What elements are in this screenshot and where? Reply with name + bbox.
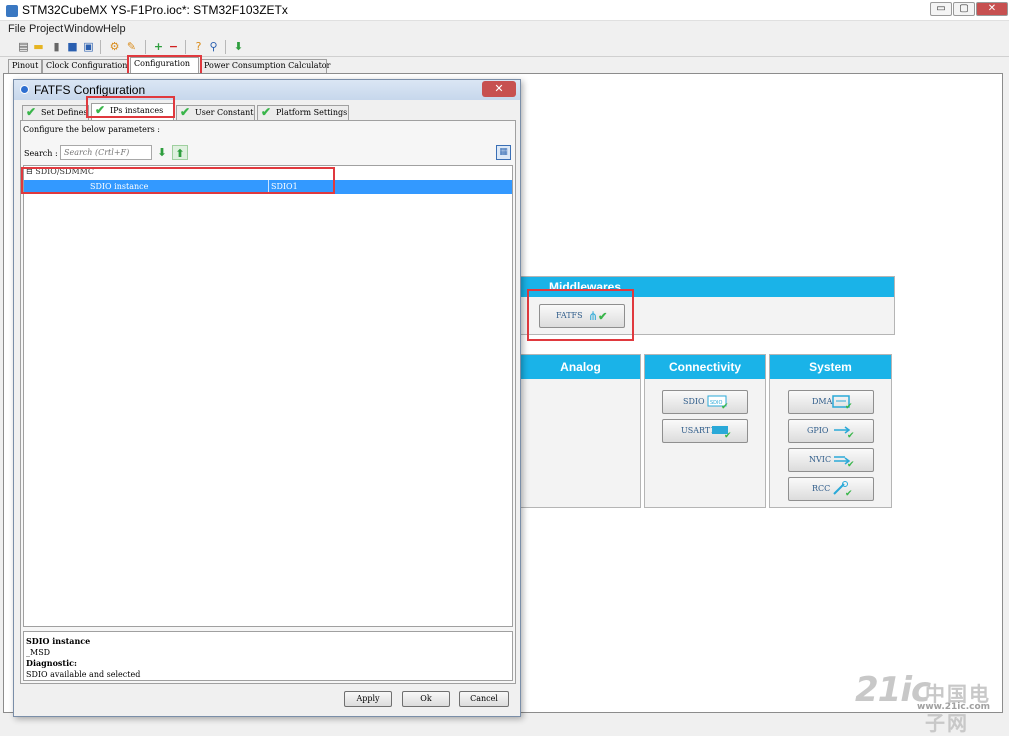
dialog-icon bbox=[20, 85, 29, 94]
tab-platform-settings[interactable]: ✔ Platform Settings bbox=[257, 105, 349, 120]
instructions-label: Configure the below parameters : bbox=[23, 125, 160, 134]
copy-icon[interactable]: ▮ bbox=[50, 40, 63, 53]
toolbar: ▤ ▬ ▮ ■ ▣ ⚙ ✎ + − ? ⚲ ⬇ bbox=[0, 37, 1009, 57]
tab-clock-configuration[interactable]: Clock Configuration bbox=[42, 59, 129, 73]
tab-platform-settings-label: Platform Settings bbox=[276, 108, 348, 117]
toolbar-separator bbox=[145, 40, 146, 54]
highlight-box bbox=[21, 167, 335, 194]
menu-bar: File Project Window Help bbox=[0, 22, 1009, 37]
diagnostic-label: Diagnostic: bbox=[26, 658, 77, 668]
check-icon: ✔ bbox=[261, 105, 272, 119]
app-icon bbox=[6, 5, 18, 17]
toolbar-separator bbox=[185, 40, 186, 54]
rcc-button[interactable]: RCC ✔ bbox=[788, 477, 874, 501]
minimize-button[interactable]: ▭ bbox=[930, 2, 952, 16]
diagnostic-text: SDIO available and selected bbox=[26, 670, 141, 679]
toolbar-separator bbox=[100, 40, 101, 54]
connectivity-panel: Connectivity SDIO SDIO ✔ USART1 ✔ bbox=[644, 354, 766, 508]
dma-label: DMA bbox=[812, 397, 833, 406]
dialog-title: FATFS Configuration bbox=[34, 83, 146, 97]
add-icon[interactable]: + bbox=[152, 40, 165, 53]
remove-icon[interactable]: − bbox=[167, 40, 180, 53]
new-project-icon[interactable]: ▤ bbox=[17, 40, 30, 53]
usart1-icon: ✔ bbox=[711, 423, 733, 441]
description-panel: SDIO instance _MSD Diagnostic: SDIO avai… bbox=[23, 631, 513, 681]
sdio-button[interactable]: SDIO SDIO ✔ bbox=[662, 390, 748, 414]
dma-button[interactable]: DMA ✔ bbox=[788, 390, 874, 414]
apply-button[interactable]: Apply bbox=[344, 691, 392, 707]
tab-pinout[interactable]: Pinout bbox=[8, 59, 42, 73]
system-panel: System DMA ✔ GPIO ✔ NVIC ✔ RCC ✔ bbox=[769, 354, 892, 508]
dialog-body: Configure the below parameters : Search … bbox=[20, 120, 516, 684]
check-icon: ✔ bbox=[180, 105, 191, 119]
help-icon[interactable]: ? bbox=[192, 40, 205, 53]
gpio-label: GPIO bbox=[807, 426, 829, 435]
menu-project[interactable]: Project bbox=[29, 23, 63, 35]
search-previous-icon[interactable]: ⬆ bbox=[172, 145, 188, 160]
analog-header: Analog bbox=[521, 355, 640, 379]
menu-window[interactable]: Window bbox=[64, 23, 103, 35]
svg-text:✔: ✔ bbox=[724, 431, 732, 439]
grid-view-icon[interactable]: ▦ bbox=[496, 145, 511, 160]
save-icon[interactable]: ■ bbox=[66, 40, 79, 53]
usart1-button[interactable]: USART1 ✔ bbox=[662, 419, 748, 443]
nvic-button[interactable]: NVIC ✔ bbox=[788, 448, 874, 472]
highlight-box bbox=[527, 289, 634, 341]
search-next-icon[interactable]: ⬇ bbox=[154, 145, 170, 160]
search-label: Search : bbox=[24, 149, 58, 158]
search-input[interactable] bbox=[60, 145, 152, 160]
nvic-label: NVIC bbox=[809, 455, 832, 464]
svg-text:✔: ✔ bbox=[847, 431, 855, 439]
dialog-close-button[interactable]: ✕ bbox=[482, 81, 516, 97]
analog-panel: Analog bbox=[520, 354, 641, 508]
tab-set-defines-label: Set Defines bbox=[41, 108, 88, 117]
download-icon[interactable]: ⬇ bbox=[232, 40, 245, 53]
title-bar: STM32CubeMX YS-F1Pro.ioc*: STM32F103ZETx… bbox=[0, 0, 1009, 21]
svg-text:✔: ✔ bbox=[847, 460, 855, 468]
svg-text:✔: ✔ bbox=[845, 402, 853, 410]
gpio-button[interactable]: GPIO ✔ bbox=[788, 419, 874, 443]
watermark: 21ic 中国电子网 www.21ic.com bbox=[855, 670, 1003, 735]
watermark-url: www.21ic.com bbox=[917, 702, 991, 712]
toolbar-separator bbox=[225, 40, 226, 54]
connectivity-header: Connectivity bbox=[645, 355, 765, 379]
parameter-tree: ⊟ SDIO/SDMMC SDIO instance SDIO1 bbox=[23, 165, 513, 627]
svg-text:✔: ✔ bbox=[845, 489, 853, 497]
description-subtitle: _MSD bbox=[26, 648, 51, 657]
tab-user-constants[interactable]: ✔ User Constants bbox=[176, 105, 255, 120]
rcc-icon: ✔ bbox=[831, 481, 853, 499]
maximize-button[interactable]: ▢ bbox=[953, 2, 975, 16]
tab-power-consumption[interactable]: Power Consumption Calculator bbox=[200, 59, 330, 73]
window-title: STM32CubeMX YS-F1Pro.ioc*: STM32F103ZETx bbox=[22, 3, 288, 17]
svg-text:✔: ✔ bbox=[721, 402, 729, 410]
about-icon[interactable]: ⚲ bbox=[207, 40, 220, 53]
highlight-box bbox=[86, 96, 175, 118]
open-icon[interactable]: ▬ bbox=[32, 40, 45, 53]
gpio-icon: ✔ bbox=[833, 423, 855, 441]
menu-help[interactable]: Help bbox=[103, 23, 126, 35]
menu-file[interactable]: File bbox=[8, 23, 26, 35]
sdio-label: SDIO bbox=[683, 397, 705, 406]
tab-set-defines[interactable]: ✔ Set Defines bbox=[22, 105, 89, 120]
dma-icon: ✔ bbox=[831, 394, 853, 412]
sdio-icon: SDIO ✔ bbox=[707, 394, 729, 412]
save-as-icon[interactable]: ▣ bbox=[82, 40, 95, 53]
ok-button[interactable]: Ok bbox=[402, 691, 450, 707]
tab-user-constants-label: User Constants bbox=[195, 108, 255, 117]
generate-icon[interactable]: ⚙ bbox=[108, 40, 121, 53]
nvic-icon: ✔ bbox=[833, 452, 855, 470]
cancel-button[interactable]: Cancel bbox=[459, 691, 509, 707]
system-header: System bbox=[770, 355, 891, 379]
close-button[interactable]: ✕ bbox=[976, 2, 1008, 16]
report-icon[interactable]: ✎ bbox=[125, 40, 138, 53]
rcc-label: RCC bbox=[812, 484, 831, 493]
description-title: SDIO instance bbox=[26, 636, 91, 646]
check-icon: ✔ bbox=[26, 105, 37, 119]
